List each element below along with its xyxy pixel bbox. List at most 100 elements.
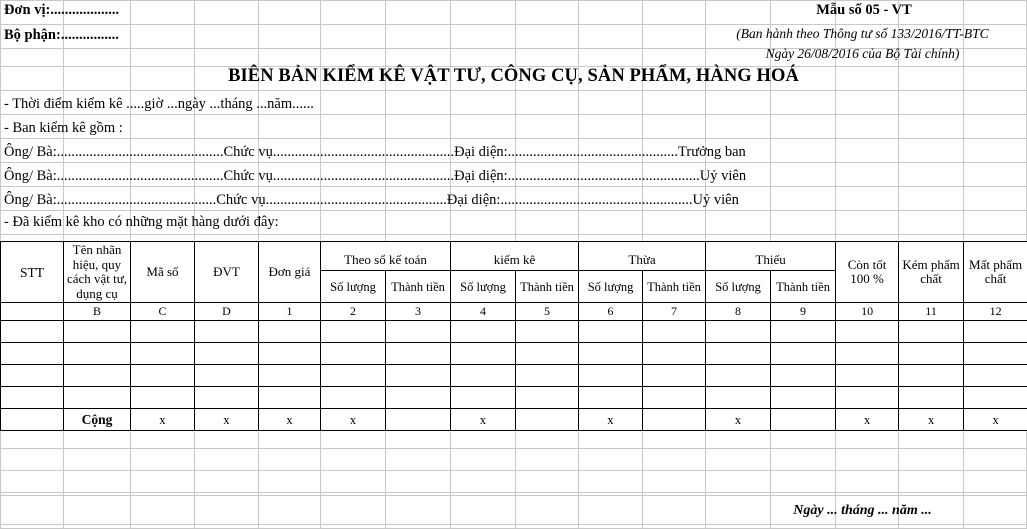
- total-row-mark-6: [384, 408, 452, 432]
- total-row-mark-14: x: [898, 408, 965, 432]
- table-cell[interactable]: [835, 364, 900, 388]
- table-cell[interactable]: [835, 342, 900, 366]
- table-cell[interactable]: [898, 320, 965, 344]
- subcol-shortage-amount: Thành tiền: [770, 270, 837, 304]
- table-cell[interactable]: [578, 364, 644, 388]
- total-row-mark-13: x: [835, 408, 900, 432]
- table-cell[interactable]: [705, 320, 772, 344]
- table-cell[interactable]: [963, 386, 1027, 410]
- total-row-mark-4: x: [258, 408, 321, 432]
- table-cell[interactable]: [384, 342, 452, 366]
- table-row[interactable]: [0, 342, 1027, 366]
- table-cell[interactable]: [835, 386, 900, 410]
- table-cell[interactable]: [194, 342, 259, 366]
- table-cell[interactable]: [130, 320, 195, 344]
- table-cell[interactable]: [0, 386, 64, 410]
- table-cell[interactable]: [258, 342, 321, 366]
- table-cell[interactable]: [450, 342, 517, 366]
- table-head: STT Tên nhãn hiệu, quy cách vật tư, dụng…: [0, 240, 1027, 304]
- table-total-row: Cộng x x x x x x x xxx: [0, 408, 1027, 432]
- table-cell[interactable]: [642, 386, 707, 410]
- table-cell[interactable]: [0, 342, 64, 366]
- table-row[interactable]: [0, 364, 1027, 388]
- table-cell[interactable]: [642, 342, 707, 366]
- department-label: Bộ phận:................: [4, 27, 119, 43]
- member-position-label: Chức vụ: [223, 144, 273, 160]
- table-cell[interactable]: [450, 386, 517, 410]
- table-cell[interactable]: [320, 342, 386, 366]
- reference-cell-0: [0, 302, 64, 322]
- reference-cell-13: 10: [835, 302, 900, 322]
- table-cell[interactable]: [578, 386, 644, 410]
- member-representative-dots: ........................................…: [507, 168, 700, 184]
- table-cell[interactable]: [384, 364, 452, 388]
- total-row-mark-7: x: [450, 408, 517, 432]
- table-cell[interactable]: [320, 320, 386, 344]
- table-cell[interactable]: [194, 386, 259, 410]
- subcol-count-qty: Số lượng: [450, 270, 517, 304]
- table-cell[interactable]: [770, 364, 837, 388]
- table-cell[interactable]: [770, 386, 837, 410]
- table-cell[interactable]: [963, 364, 1027, 388]
- table-cell[interactable]: [578, 342, 644, 366]
- member-representative-label: Đại diện:: [454, 144, 508, 160]
- col-header-code: Mã số: [130, 240, 195, 304]
- table-cell[interactable]: [515, 364, 580, 388]
- table-cell[interactable]: [578, 320, 644, 344]
- reference-cell-9: 6: [578, 302, 644, 322]
- table-cell[interactable]: [320, 364, 386, 388]
- table-cell[interactable]: [770, 320, 837, 344]
- table-cell[interactable]: [642, 364, 707, 388]
- decree-line-2: Ngày 26/08/2016 của Bộ Tài chính): [765, 46, 960, 61]
- table-body: B C D 1 2 3 4 5 6 7 8 9 10 11 12 Cộng x x x x x x x xxx: [0, 302, 1027, 432]
- col-header-unit-price: Đơn giá: [258, 240, 321, 304]
- table-cell[interactable]: [258, 364, 321, 388]
- decree-line-1: (Ban hành theo Thông tư số 133/2016/TT-B…: [736, 26, 989, 41]
- table-row[interactable]: [0, 320, 1027, 344]
- table-cell[interactable]: [898, 386, 965, 410]
- table-cell[interactable]: [63, 364, 131, 388]
- subcol-count-amount: Thành tiền: [515, 270, 580, 304]
- col-group-surplus: Thừa: [578, 240, 707, 272]
- table-cell[interactable]: [130, 342, 195, 366]
- table-cell[interactable]: [320, 386, 386, 410]
- table-cell[interactable]: [642, 320, 707, 344]
- table-row[interactable]: [0, 386, 1027, 410]
- table-cell[interactable]: [705, 364, 772, 388]
- table-cell[interactable]: [450, 320, 517, 344]
- table-cell[interactable]: [515, 386, 580, 410]
- inventory-table: STT Tên nhãn hiệu, quy cách vật tư, dụng…: [0, 240, 1027, 432]
- table-cell[interactable]: [450, 364, 517, 388]
- table-cell[interactable]: [63, 342, 131, 366]
- table-cell[interactable]: [0, 364, 64, 388]
- header-row-groups: STT Tên nhãn hiệu, quy cách vật tư, dụng…: [0, 240, 1027, 304]
- table-cell[interactable]: [705, 386, 772, 410]
- table-cell[interactable]: [515, 342, 580, 366]
- member-representative-dots: ........................................…: [500, 192, 693, 208]
- table-cell[interactable]: [515, 320, 580, 344]
- table-cell[interactable]: [0, 320, 64, 344]
- table-cell[interactable]: [835, 320, 900, 344]
- table-cell[interactable]: [705, 342, 772, 366]
- table-cell[interactable]: [963, 320, 1027, 344]
- member-role: Trưởng ban: [678, 144, 746, 160]
- member-representative-label: Đại diện:: [446, 192, 501, 208]
- table-cell[interactable]: [63, 320, 131, 344]
- table-cell[interactable]: [130, 364, 195, 388]
- table-cell[interactable]: [130, 386, 195, 410]
- table-cell[interactable]: [770, 342, 837, 366]
- table-cell[interactable]: [384, 320, 452, 344]
- table-cell[interactable]: [194, 320, 259, 344]
- table-cell[interactable]: [258, 386, 321, 410]
- table-cell[interactable]: [898, 364, 965, 388]
- reference-cell-8: 5: [515, 302, 580, 322]
- reference-cell-10: 7: [642, 302, 707, 322]
- table-cell[interactable]: [63, 386, 131, 410]
- table-cell[interactable]: [963, 342, 1027, 366]
- table-cell[interactable]: [384, 386, 452, 410]
- reference-cell-6: 3: [384, 302, 452, 322]
- table-cell[interactable]: [898, 342, 965, 366]
- table-cell[interactable]: [258, 320, 321, 344]
- total-row-mark-5: x: [320, 408, 386, 432]
- table-cell[interactable]: [194, 364, 259, 388]
